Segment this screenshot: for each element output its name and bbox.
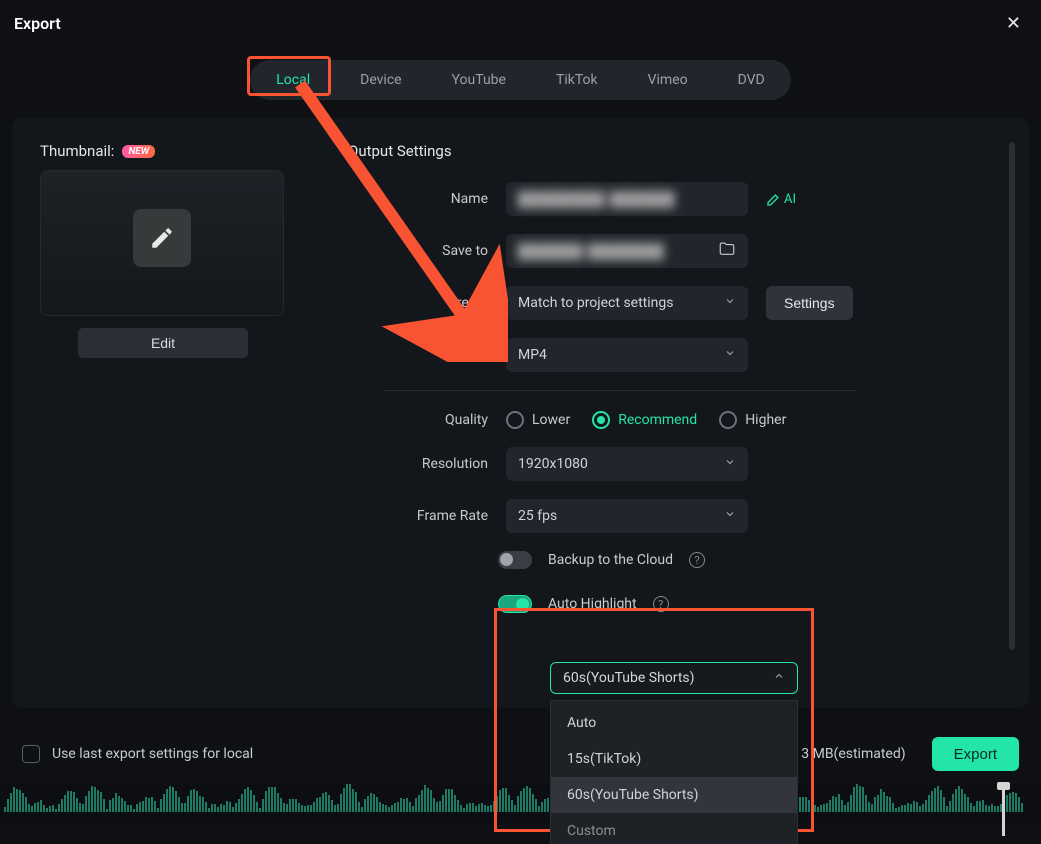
resolution-select[interactable]: 1920x1080 [506, 447, 748, 481]
ah-option-60s[interactable]: 60s(YouTube Shorts) [551, 777, 797, 813]
chevron-down-icon [724, 295, 736, 311]
output-settings-title: Output Settings [348, 142, 1007, 160]
edit-thumbnail-icon [133, 209, 191, 267]
thumbnail-label: Thumbnail: [40, 142, 114, 160]
tab-tiktok[interactable]: TikTok [534, 64, 620, 96]
tab-dvd[interactable]: DVD [716, 64, 787, 96]
framerate-select[interactable]: 25 fps [506, 499, 748, 533]
use-last-settings-checkbox[interactable] [22, 745, 40, 763]
ah-option-auto[interactable]: Auto [551, 705, 797, 741]
playhead-marker[interactable] [1002, 784, 1005, 836]
help-icon[interactable]: ? [653, 596, 669, 612]
saveto-label: Save to [348, 243, 488, 259]
tab-device[interactable]: Device [338, 64, 423, 96]
saveto-field[interactable]: ██████ ███████ [506, 234, 748, 268]
auto-highlight-dropdown: Auto 15s(TikTok) 60s(YouTube Shorts) Cus… [550, 700, 798, 844]
chevron-down-icon [724, 456, 736, 472]
auto-highlight-label: Auto Highlight [548, 596, 637, 612]
tab-vimeo[interactable]: Vimeo [626, 64, 710, 96]
quality-lower[interactable]: Lower [506, 411, 570, 429]
name-field[interactable]: ████████ ██████ [506, 182, 748, 216]
export-tabs: Local Device YouTube TikTok Vimeo DVD [250, 60, 791, 100]
use-last-settings-label: Use last export settings for local [52, 746, 253, 762]
estimated-size: 3 MB(estimated) [801, 746, 905, 762]
ah-option-custom[interactable]: Custom [551, 813, 797, 844]
auto-highlight-toggle[interactable] [498, 595, 532, 613]
quality-recommend[interactable]: Recommend [592, 411, 697, 429]
tab-local[interactable]: Local [254, 64, 332, 96]
new-badge: NEW [122, 145, 155, 158]
preset-label: Preset [348, 295, 488, 311]
preset-select[interactable]: Match to project settings [506, 286, 748, 320]
help-icon[interactable]: ? [689, 552, 705, 568]
window-title: Export [14, 14, 61, 33]
auto-highlight-select[interactable]: 60s(YouTube Shorts) [550, 662, 798, 694]
ah-option-15s[interactable]: 15s(TikTok) [551, 741, 797, 777]
name-label: Name [348, 191, 488, 207]
export-button[interactable]: Export [932, 737, 1019, 771]
folder-icon[interactable] [718, 240, 736, 262]
format-label: Format [348, 347, 488, 363]
format-select[interactable]: MP4 [506, 338, 748, 372]
edit-button[interactable]: Edit [78, 328, 248, 358]
framerate-label: Frame Rate [348, 508, 488, 524]
quality-label: Quality [348, 412, 488, 428]
ai-rename-icon[interactable]: AI [766, 191, 796, 207]
chevron-up-icon [773, 670, 785, 686]
tab-youtube[interactable]: YouTube [430, 64, 528, 96]
backup-cloud-toggle[interactable] [498, 551, 532, 569]
scrollbar[interactable] [1009, 142, 1015, 650]
chevron-down-icon [724, 508, 736, 524]
quality-higher[interactable]: Higher [719, 411, 786, 429]
thumbnail-preview[interactable] [40, 170, 284, 316]
divider [384, 390, 856, 391]
close-icon[interactable]: ✕ [1000, 9, 1027, 38]
chevron-down-icon [724, 347, 736, 363]
timeline-waveform[interactable] [0, 784, 1041, 824]
preset-settings-button[interactable]: Settings [766, 286, 853, 320]
resolution-label: Resolution [348, 456, 488, 472]
backup-cloud-label: Backup to the Cloud [548, 552, 673, 568]
